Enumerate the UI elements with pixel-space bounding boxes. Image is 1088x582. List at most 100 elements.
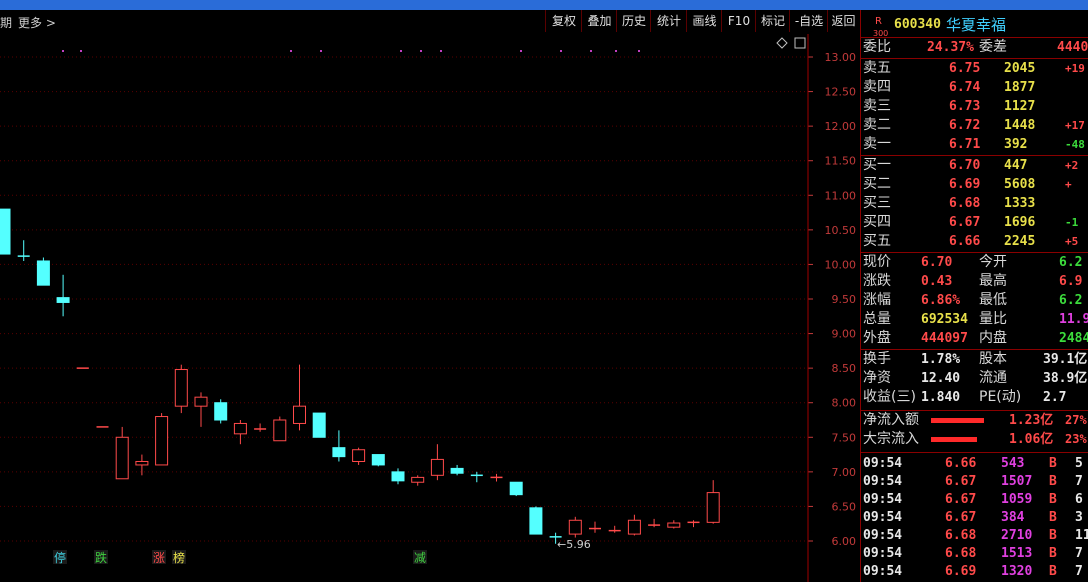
trade-extra: 6: [1075, 492, 1083, 507]
top-dot: [520, 50, 522, 52]
quote-label: 涨跌: [863, 273, 891, 289]
toolbar-button-3[interactable]: 统计: [650, 10, 687, 32]
flow-value: 1.23亿: [1009, 413, 1054, 428]
quote-label: 今开: [979, 254, 1007, 270]
trade-time: 09:54: [863, 474, 903, 489]
y-tick-label: 6.00: [832, 535, 857, 548]
candle-body-down: [529, 507, 543, 535]
top-dot: [638, 50, 640, 52]
y-tick-label: 13.00: [825, 51, 857, 64]
top-dot: [420, 50, 422, 52]
quote-value: 0.43: [921, 274, 953, 289]
bid-price: 6.66: [949, 234, 981, 249]
y-tick-label: 9.50: [832, 293, 857, 306]
flow-value: 1.06亿: [1009, 432, 1054, 447]
bid-label: 买一: [863, 157, 891, 173]
quote-label: 涨幅: [863, 292, 891, 308]
y-tick-label: 6.50: [832, 500, 857, 513]
ask-volume: 1127: [1004, 99, 1036, 114]
toolbar-button-1[interactable]: 叠加: [581, 10, 617, 32]
window-title-bar: [0, 0, 1088, 10]
fundamental-label: 收益(三): [863, 389, 916, 405]
trade-row: 09:54 6.69 1320 B 7: [861, 562, 1088, 581]
kline-chart[interactable]: 13.00 12.50 12.00 11.50 11.00 10.50 10.00 9.50 9…: [0, 34, 860, 582]
y-tick-label: 11.50: [825, 155, 857, 168]
trade-row: 09:54 6.66 543 B 5: [861, 454, 1088, 473]
fundamental-value: 1.840: [921, 390, 961, 405]
trade-time: 09:54: [863, 564, 903, 579]
fundamental-label: 换手: [863, 351, 891, 367]
bid-change: +: [1065, 178, 1072, 191]
toolbar-button-4[interactable]: 画线: [686, 10, 722, 32]
fundamental-row: 净资 12.40 流通 38.9亿: [861, 369, 1088, 388]
quote-value: 6.9: [1059, 274, 1083, 289]
flow-bar: [931, 418, 985, 423]
candle-body-up: [273, 419, 287, 442]
flow-label: 大宗流入: [863, 431, 919, 447]
toolbar-button-2[interactable]: 历史: [616, 10, 651, 32]
toolbar-button-0[interactable]: 复权: [545, 10, 582, 32]
flow-bar: [931, 437, 977, 442]
trade-price: 6.67: [945, 510, 977, 525]
candle-body-up: [568, 519, 582, 535]
candle-body-up: [430, 458, 444, 476]
toolbar-button-5[interactable]: F10: [721, 10, 756, 32]
candle-body-down: [312, 412, 326, 438]
candle-body-down: [36, 260, 50, 286]
trade-extra: 7: [1075, 474, 1083, 489]
toolbar-button-6[interactable]: 标记: [755, 10, 790, 32]
trade-row: 09:54 6.67 1507 B 7: [861, 472, 1088, 491]
quote-row: 涨幅 6.86% 最低 6.2: [861, 291, 1088, 310]
y-tick-label: 7.50: [832, 431, 857, 444]
fundamental-value: 1.78%: [921, 352, 961, 367]
bid-volume: 1333: [1004, 196, 1036, 211]
fundamental-label: 净资: [863, 370, 891, 386]
toolbar-button-7[interactable]: -自选: [789, 10, 828, 32]
bid-row: 买五 6.66 2245 +5: [861, 232, 1088, 251]
toolbar-button-8[interactable]: 返回: [827, 10, 859, 32]
trade-row: 09:54 6.68 2710 B 11: [861, 526, 1088, 545]
flow-percent: 27%: [1065, 413, 1087, 427]
y-tick-label: 8.50: [832, 362, 857, 375]
trade-side: B: [1049, 510, 1057, 525]
weibi-label: 委比: [863, 39, 891, 55]
bid-row: 买二 6.69 5608 +: [861, 175, 1088, 194]
ask-volume: 1448: [1004, 118, 1036, 133]
candle-body-up: [115, 436, 129, 480]
fundamental-value: 2.7: [1043, 390, 1067, 405]
more-button[interactable]: 更多 >: [18, 14, 56, 31]
trade-volume: 2710: [1001, 528, 1033, 543]
flow-label: 净流入额: [863, 412, 919, 428]
ask-row: 卖四 6.74 1877: [861, 78, 1088, 97]
candle-body-up: [135, 460, 149, 466]
low-price-marker: ←5.96: [557, 538, 591, 551]
trade-extra: 7: [1075, 546, 1083, 561]
quote-label: 外盘: [863, 330, 891, 346]
candle-body-up: [352, 449, 366, 462]
trade-side: B: [1049, 456, 1057, 471]
trade-price: 6.69: [945, 564, 977, 579]
ask-row: 卖五 6.75 2045 +19: [861, 59, 1088, 78]
y-tick-label: 7.00: [832, 466, 857, 479]
event-marker: 榜: [173, 550, 185, 565]
y-tick-label: 9.00: [832, 328, 857, 341]
period-label[interactable]: 期: [0, 14, 12, 31]
trade-row: 09:54 6.67 1059 B 6: [861, 490, 1088, 509]
ask-label: 卖一: [863, 136, 891, 152]
quote-value: 11.9: [1059, 312, 1088, 327]
ask-label: 卖二: [863, 117, 891, 133]
quote-panel: R 300 600340 华夏幸福 委比 24.37% 委差 4440 卖五 6.…: [860, 10, 1088, 582]
trade-side: B: [1049, 564, 1057, 579]
trade-extra: 11: [1075, 528, 1088, 543]
fundamental-label: PE(动): [979, 389, 1022, 405]
quote-label: 量比: [979, 311, 1007, 327]
top-dot: [80, 50, 82, 52]
bid-label: 买三: [863, 195, 891, 211]
kline-svg[interactable]: 13.00 12.50 12.00 11.50 11.00 10.50 10.00 9.50 9…: [0, 34, 860, 582]
quote-value: 6.86%: [921, 293, 961, 308]
y-tick-label: 12.00: [825, 120, 857, 133]
stock-code: 600340: [894, 17, 941, 32]
weicha-label: 委差: [979, 39, 1007, 55]
candle-body-down: [0, 208, 11, 255]
bid-change: +2: [1065, 159, 1079, 172]
